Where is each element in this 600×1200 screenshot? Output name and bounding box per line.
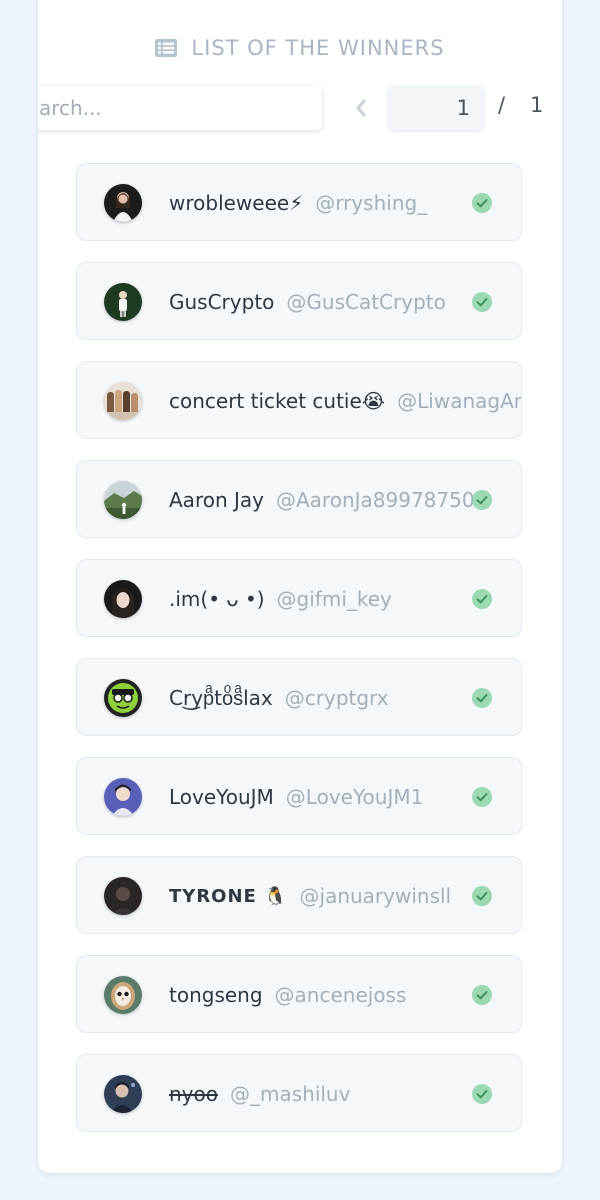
winner-handle: @LiwanagAr: [397, 389, 522, 413]
check-circle-icon: [472, 292, 492, 312]
winner-row[interactable]: Aaron Jay @AaronJa89978750: [76, 460, 522, 538]
winner-names: .im(• ᴗ •) @gifmi_key: [169, 560, 521, 636]
winner-row[interactable]: Cr͜ypͣtoͦsͣlax @cryptgrx: [76, 658, 522, 736]
winner-handle: @januarywinsll: [299, 884, 452, 908]
avatar: [104, 481, 142, 519]
winner-handle: @GusCatCrypto: [286, 290, 446, 314]
avatar: [104, 679, 142, 717]
check-circle-icon: [472, 886, 492, 906]
winner-handle: @gifmi_key: [276, 587, 392, 611]
check-circle-icon: [472, 688, 492, 708]
winner-name: TYRONE 🐧: [169, 885, 288, 907]
winner-row[interactable]: TYRONE 🐧 @januarywinsll: [76, 856, 522, 934]
check-circle-icon: [472, 985, 492, 1005]
winner-names: Aaron Jay @AaronJa89978750: [169, 461, 521, 537]
winner-names: Cr͜ypͣtoͦsͣlax @cryptgrx: [169, 659, 521, 735]
winner-handle: @_mashiluv: [229, 1082, 351, 1106]
winner-names: LoveYouJM @LoveYouJM1: [169, 758, 521, 834]
winner-name: Cr͜ypͣtoͦsͣlax: [169, 685, 273, 710]
winner-row[interactable]: nyoo @_mashiluv: [76, 1054, 522, 1132]
list-icon: [155, 39, 178, 57]
winner-list: wrobleweee⚡ @rryshing_ GusCrypto @GusCat…: [76, 163, 524, 1153]
avatar: [104, 382, 142, 420]
page-number-input[interactable]: [388, 86, 484, 130]
search-input[interactable]: [38, 86, 322, 130]
winner-row[interactable]: LoveYouJM @LoveYouJM1: [76, 757, 522, 835]
winner-names: tongseng @ancenejoss: [169, 956, 521, 1032]
winner-names: nyoo @_mashiluv: [169, 1055, 521, 1131]
avatar: [104, 778, 142, 816]
winner-names: TYRONE 🐧 @januarywinsll: [169, 857, 521, 933]
winner-row[interactable]: concert ticket cutie😭 @LiwanagAr: [76, 361, 522, 439]
winner-handle: @ancenejoss: [274, 983, 407, 1007]
check-circle-icon: [472, 589, 492, 609]
check-circle-icon: [472, 490, 492, 510]
avatar: [104, 184, 142, 222]
winner-row[interactable]: tongseng @ancenejoss: [76, 955, 522, 1033]
winner-names: concert ticket cutie😭 @LiwanagAr: [169, 362, 522, 438]
winner-name: nyoo: [169, 1082, 218, 1106]
winner-handle: @cryptgrx: [284, 686, 389, 710]
winners-card: LIST OF THE WINNERS / 1 wroblewee: [38, 0, 562, 1173]
winner-names: wrobleweee⚡ @rryshing_: [169, 164, 521, 240]
prev-page-button[interactable]: [350, 96, 372, 120]
winner-name: .im(• ᴗ •): [169, 587, 265, 611]
page-number-box[interactable]: [388, 86, 484, 130]
search-box[interactable]: [38, 86, 322, 130]
check-circle-icon: [472, 787, 492, 807]
avatar: [104, 877, 142, 915]
winner-name: GusCrypto: [169, 290, 275, 314]
page-separator: /: [498, 93, 506, 117]
winner-row[interactable]: GusCrypto @GusCatCrypto: [76, 262, 522, 340]
avatar: [104, 1075, 142, 1113]
winner-name: Aaron Jay: [169, 488, 264, 512]
winner-name: LoveYouJM: [169, 785, 274, 809]
total-pages: 1: [530, 93, 544, 117]
avatar: [104, 580, 142, 618]
card-header: LIST OF THE WINNERS: [38, 34, 562, 62]
chevron-left-icon: [356, 99, 366, 117]
winner-row[interactable]: .im(• ᴗ •) @gifmi_key: [76, 559, 522, 637]
winner-name: tongseng: [169, 983, 263, 1007]
avatar: [104, 976, 142, 1014]
winner-handle: @AaronJa89978750: [275, 488, 475, 512]
winner-name: concert ticket cutie😭: [169, 389, 386, 413]
winner-names: GusCrypto @GusCatCrypto: [169, 263, 521, 339]
winner-handle: @LoveYouJM1: [285, 785, 424, 809]
check-circle-icon: [472, 1084, 492, 1104]
avatar: [104, 283, 142, 321]
check-circle-icon: [472, 193, 492, 213]
winner-name: wrobleweee⚡: [169, 191, 304, 215]
winner-row[interactable]: wrobleweee⚡ @rryshing_: [76, 163, 522, 241]
page-title: LIST OF THE WINNERS: [191, 36, 445, 60]
winner-handle: @rryshing_: [315, 191, 428, 215]
